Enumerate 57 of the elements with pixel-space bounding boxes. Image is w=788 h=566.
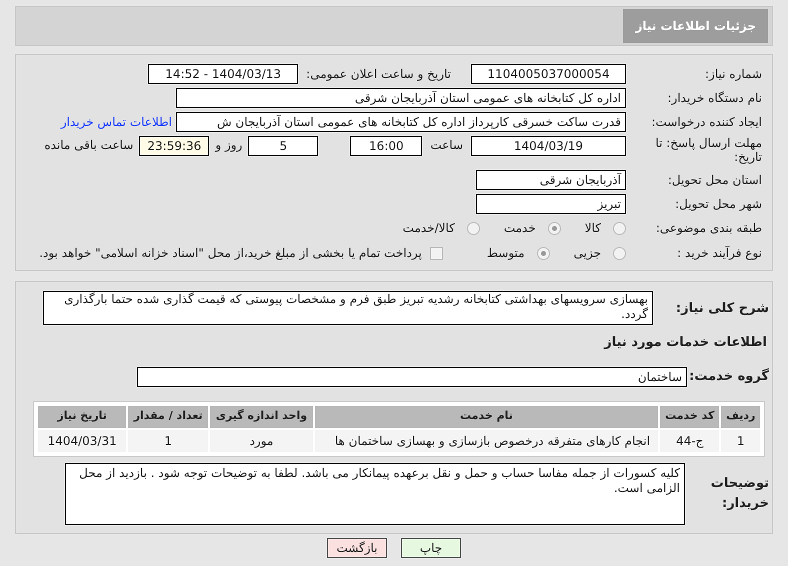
field-label: ساعت: [430, 137, 463, 154]
text-field[interactable]: تبریز: [476, 194, 626, 214]
field-label: گروه خدمت:: [688, 367, 769, 386]
field-label: ایجاد کننده درخواست:: [650, 114, 762, 131]
field-label: توضیحات خریدار:: [710, 475, 769, 512]
radio-label: متوسط: [486, 245, 525, 262]
radio-button[interactable]: [548, 222, 561, 234]
text-field[interactable]: اداره کل کتابخانه های عمومی استان آذربایجان شرقی: [176, 88, 626, 108]
notes-box[interactable]: کلیه کسورات از جمله مفاسا حساب و حمل و نقل برعهده پیمانکار می باشد. لطفا به توضیحات توجه شود . بازدید از محل الزامی است.: [65, 462, 685, 524]
text-field[interactable]: ساختمان: [137, 366, 687, 386]
table-cell: 1: [128, 430, 208, 452]
radio-button[interactable]: [613, 246, 626, 260]
table-cell: 1404/03/31: [38, 430, 126, 452]
field-label: نوع فرآیند خرید :: [676, 245, 762, 262]
field-label: استان محل تحویل:: [666, 172, 762, 189]
contact-link[interactable]: اطلاعات تماس خریدار: [60, 113, 172, 131]
column-header: ردیف: [721, 406, 760, 428]
radio-button[interactable]: [613, 222, 626, 234]
radio-label: کالا/خدمت: [402, 220, 455, 237]
text-field[interactable]: 23:59:36: [139, 136, 210, 156]
column-header: نام خدمت: [314, 406, 658, 428]
field-label: تاریخ و ساعت اعلان عمومی:: [306, 66, 451, 83]
column-header: تاریخ نیاز: [38, 406, 126, 428]
column-header: تعداد / مقدار: [128, 406, 208, 428]
field-label: شماره نیاز:: [704, 66, 762, 83]
text-field[interactable]: 16:00: [350, 136, 422, 156]
print-button[interactable]: چاپ: [401, 538, 461, 558]
text-field[interactable]: 1104005037000054: [471, 64, 626, 84]
text-field[interactable]: 1404/03/13 - 14:52: [148, 64, 298, 84]
table-cell: مورد: [210, 430, 313, 452]
text-field[interactable]: 1404/03/19: [471, 136, 626, 156]
table-cell: انجام کارهای متفرقه درخصوص بازسازی و بهسازی ساختمان ها: [314, 430, 658, 452]
field-label: روز و: [215, 137, 242, 154]
field-label: طبقه بندی موضوعی:: [654, 220, 762, 237]
text-field[interactable]: قدرت ساکت خسرقی کارپرداز اداره کل کتابخانه های عمومی استان آذربایجان ش: [176, 112, 626, 132]
field-label: شرح کلی نیاز:: [674, 300, 769, 318]
radio-label: کالا: [584, 220, 601, 237]
table-cell: ج-44: [660, 430, 720, 452]
radio-label: جزیی: [574, 245, 601, 262]
text-field[interactable]: آذربایجان شرقی: [476, 170, 626, 190]
text-field[interactable]: 5: [248, 136, 318, 156]
field-label: مهلت ارسال پاسخ: تا تاریخ:: [654, 136, 762, 164]
radio-button[interactable]: [466, 222, 480, 234]
back-button[interactable]: بازگشت: [327, 538, 387, 558]
field-label: شهر محل تحویل:: [674, 196, 762, 213]
checkbox-label: پرداخت تمام یا بخشی از مبلغ خرید،از محل "اسناد خزانه اسلامی" خواهد بود.: [39, 245, 422, 262]
table-cell: 1: [721, 430, 760, 452]
page-title: جزئیات اطلاعات نیاز: [623, 9, 768, 43]
radio-button[interactable]: [536, 246, 550, 260]
field-label: ساعت باقی مانده: [44, 137, 134, 154]
radio-label: خدمت: [504, 220, 536, 237]
column-header: کد خدمت: [660, 406, 720, 428]
section-title: اطلاعات خدمات مورد نیاز: [602, 334, 767, 352]
description-box[interactable]: بهسازی سرویسهای بهداشتی کتابخانه رشدیه تبریز طبق فرم و مشخصات پیوستی که قیمت گذاری شده حتما بارگذاری گردد.: [43, 291, 653, 325]
field-label: نام دستگاه خریدار:: [666, 90, 762, 107]
checkbox[interactable]: [430, 246, 443, 260]
column-header: واحد اندازه گیری: [210, 406, 313, 428]
